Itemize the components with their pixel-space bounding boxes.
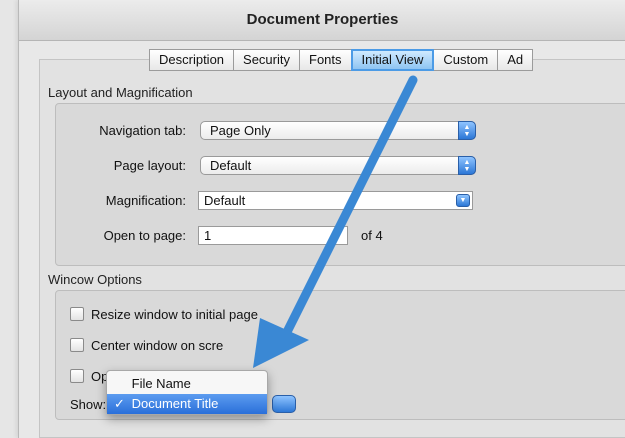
show-popup-menu: File Name ✓ Document Title [106,370,268,415]
tab-fonts[interactable]: Fonts [299,49,351,71]
resize-window-checkbox[interactable] [70,307,84,321]
open-to-page-label: Open to page: [103,228,186,243]
show-label: Show: [70,397,107,412]
tab-advanced[interactable]: Ad [497,49,534,71]
resize-window-checkbox-row[interactable]: Resize window to initial page [70,307,258,323]
show-select[interactable] [272,395,296,413]
tab-security[interactable]: Security [233,49,299,71]
menu-item-document-title[interactable]: ✓ Document Title [107,394,267,414]
center-window-checkbox[interactable] [70,338,84,352]
navigation-tab-select[interactable]: Page Only ▲ ▼ [200,121,476,140]
open-to-page-input[interactable]: 1 [198,226,348,245]
menu-item-file-name[interactable]: File Name [107,374,267,394]
title-bar: Document Properties [19,0,625,41]
tab-bar: Description Security Fonts Initial View … [149,49,534,71]
menu-item-label: File Name [131,376,191,391]
tab-initial-view[interactable]: Initial View [350,49,435,71]
window-options-title: Wincow Options [48,272,142,287]
checkmark-icon: ✓ [114,396,125,411]
stepper-icon: ▲ ▼ [458,156,476,175]
tab-description[interactable]: Description [149,49,234,71]
window-title: Document Properties [246,11,399,28]
navigation-tab-label: Navigation tab: [99,123,186,138]
tab-custom[interactable]: Custom [434,49,498,71]
center-window-label: Center window on scre [91,338,224,353]
navigation-tab-value: Page Only [210,123,271,138]
open-full-screen-checkbox-row[interactable]: Op [70,369,108,385]
menu-item-label: Document Title [131,396,219,411]
magnification-label: Magnification: [105,193,186,208]
layout-section-title: Layout and Magnification [48,85,193,100]
open-full-screen-checkbox[interactable] [70,369,84,383]
stepper-icon: ▲ ▼ [458,121,476,140]
center-window-checkbox-row[interactable]: Center window on scre [70,338,223,354]
page-layout-value: Default [210,158,252,173]
page-count-text: of 4 [361,228,383,243]
dropdown-arrow-icon[interactable]: ▼ [456,194,470,207]
magnification-combo[interactable]: Default ▼ [198,191,473,210]
resize-window-label: Resize window to initial page [91,307,258,322]
magnification-value: Default [204,193,246,208]
layout-group-box: Navigation tab: Page Only ▲ ▼ Page layout… [55,103,625,266]
page-layout-select[interactable]: Default ▲ ▼ [200,156,476,175]
page-layout-label: Page layout: [113,158,186,173]
